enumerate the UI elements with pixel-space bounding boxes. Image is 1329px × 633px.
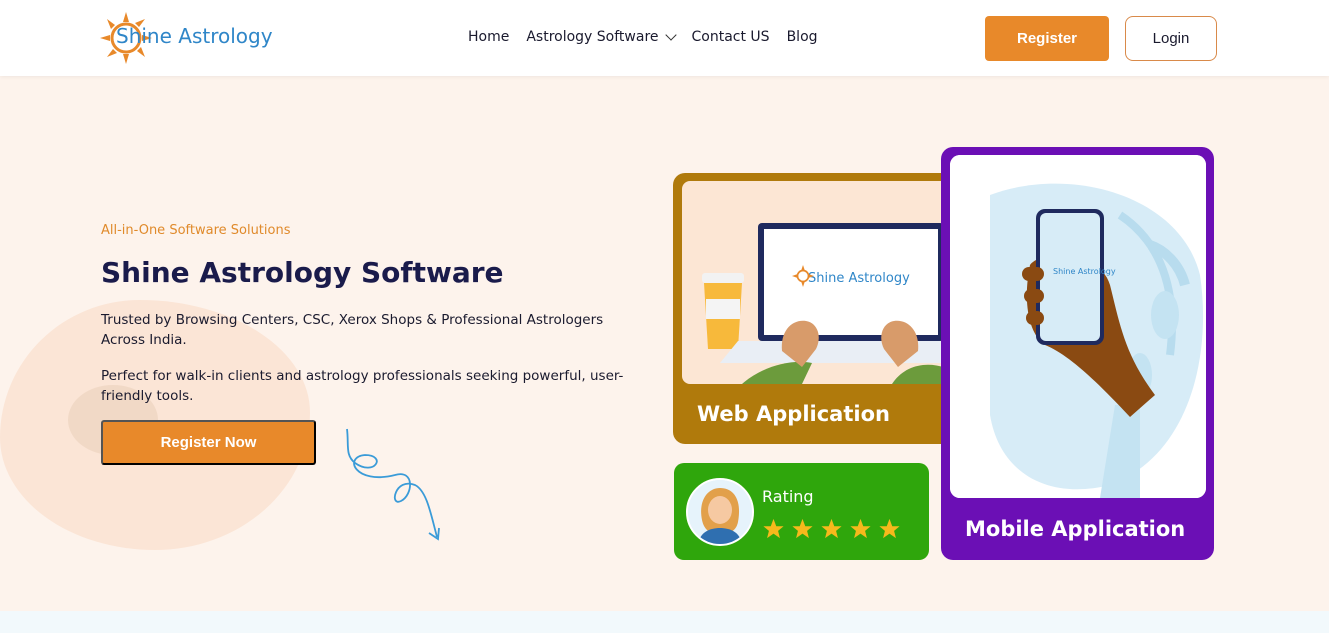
avatar (686, 478, 754, 546)
register-now-button[interactable]: Register Now (101, 420, 316, 465)
hero-description-2: Perfect for walk-in clients and astrolog… (101, 368, 624, 404)
phone-in-hand-illustration (950, 155, 1206, 498)
hero-eyebrow: All-in-One Software Solutions (101, 223, 291, 238)
login-button[interactable]: Login (1125, 16, 1217, 61)
logo-text: Shine Astrology (116, 24, 273, 48)
star-icon (821, 518, 842, 539)
web-screen-logo: Shine Astrology (808, 271, 910, 286)
star-icon (879, 518, 900, 539)
nav-astrology-software-label: Astrology Software (526, 29, 659, 45)
chevron-down-icon (664, 29, 677, 41)
mobile-application-illustration: Shine Astrology (950, 155, 1206, 498)
nav-contact-us[interactable]: Contact US (692, 29, 770, 45)
hero-description-1: Trusted by Browsing Centers, CSC, Xerox … (101, 312, 604, 348)
star-icon (763, 518, 784, 539)
next-section-edge (0, 611, 1329, 633)
rating-stars (762, 518, 901, 540)
rating-label: Rating (762, 487, 814, 506)
mobile-application-card[interactable]: Shine Astrology Mobile Application (941, 147, 1214, 560)
nav-home[interactable]: Home (468, 29, 509, 45)
user-avatar-icon (688, 480, 752, 544)
web-application-label: Web Application (697, 402, 890, 426)
nav-astrology-software[interactable]: Astrology Software (526, 29, 677, 45)
rating-card: Rating (674, 463, 929, 560)
main-nav: Home Astrology Software Contact US Blog (468, 29, 818, 45)
nav-blog-label: Blog (786, 29, 818, 45)
site-header: Shine Astrology Home Astrology Software … (0, 0, 1329, 76)
register-button[interactable]: Register (985, 16, 1109, 61)
nav-home-label: Home (468, 29, 510, 45)
site-logo[interactable]: Shine Astrology (100, 12, 273, 64)
star-icon (850, 518, 871, 539)
mobile-application-label: Mobile Application (965, 517, 1186, 541)
mobile-screen-logo: Shine Astrology (1053, 267, 1116, 276)
star-icon (792, 518, 813, 539)
nav-contact-label: Contact US (691, 29, 770, 45)
nav-blog[interactable]: Blog (787, 29, 818, 45)
hero-title: Shine Astrology Software (101, 256, 504, 289)
decorative-arrow-icon (346, 428, 440, 541)
sun-logo-icon (792, 265, 814, 287)
